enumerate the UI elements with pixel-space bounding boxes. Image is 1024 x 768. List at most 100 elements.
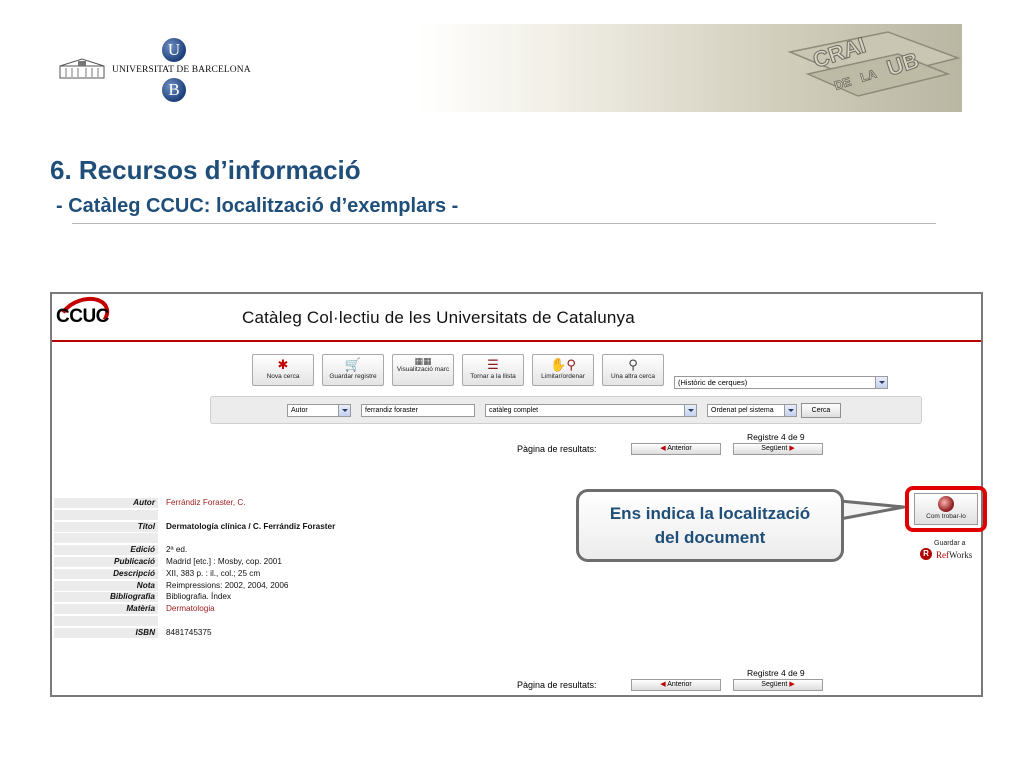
record-key: Bibliografia — [54, 592, 158, 603]
record-row-spacer — [54, 615, 574, 627]
record-value-publication: Madrid [etc.] : Mosby, cop. 2001 — [166, 556, 282, 566]
another-search-button[interactable]: ⚲ Una altra cerca — [602, 354, 664, 386]
record-key — [54, 533, 158, 544]
search-field-value: Autor — [291, 407, 308, 414]
record-row-note: Nota Reimpressions: 2002, 2004, 2006 — [54, 580, 574, 592]
cart-icon: 🛒 — [344, 357, 362, 372]
record-row-subject: Matèria Dermatologia — [54, 603, 574, 615]
crai-ub-banner: CRAI DE LA UB — [418, 24, 962, 112]
record-key: Edició — [54, 545, 158, 556]
save-record-label: Guardar registre — [329, 373, 377, 380]
catalog-header: CCUC Catàleg Col·lectiu de les Universit… — [52, 294, 981, 342]
record-value-note: Reimpressions: 2002, 2004, 2006 — [166, 580, 289, 590]
new-search-button[interactable]: ✱ Nova cerca — [252, 354, 314, 386]
record-row-isbn: ISBN 8481745375 — [54, 627, 574, 639]
refworks-save-label: Guardar a — [934, 540, 966, 547]
search-history-value: (Històric de cerques) — [678, 378, 748, 387]
record-row-description: Descripció XII, 383 p. : il., col.; 25 cm — [54, 568, 574, 580]
ccuc-logo-text: CCUC — [56, 306, 109, 327]
back-to-list-button[interactable]: ☰ Tornar a la llista — [462, 354, 524, 386]
back-to-list-label: Tornar a la llista — [470, 373, 516, 380]
refworks-icon: R — [920, 548, 932, 560]
refworks-brand: RefWorks — [936, 550, 972, 560]
previous-page-label: Anterior — [667, 445, 692, 452]
new-search-label: Nova cerca — [266, 373, 300, 380]
chevron-down-icon — [338, 405, 350, 416]
record-counter: Registre 4 de 9 — [747, 432, 805, 442]
record-row-title: Títol Dermatología clínica / C. Ferrándiz… — [54, 521, 574, 533]
another-search-label: Una altra cerca — [610, 373, 656, 380]
search-scope-select[interactable]: catàleg complet — [485, 404, 697, 417]
record-key: Matèria — [54, 604, 158, 615]
limit-sort-button[interactable]: ✋⚲ Limitar/ordenar — [532, 354, 594, 386]
title-divider — [72, 223, 936, 224]
slide-title: 6. Recursos d’informació — [50, 155, 361, 185]
results-pager-top: Registre 4 de 9 Pàgina de resultats: ◀ A… — [517, 432, 847, 458]
record-key: Publicació — [54, 556, 158, 567]
record-key: Nota — [54, 580, 158, 591]
record-details: Autor Ferrándiz Foraster, C. Títol Dermato… — [54, 497, 574, 639]
record-key: Títol — [54, 521, 158, 532]
refworks-brand-prefix: Ref — [936, 550, 949, 560]
logo-b-circle: B — [162, 78, 186, 102]
previous-page-label: Anterior — [667, 681, 692, 688]
ccuc-logo: CCUC — [53, 294, 115, 342]
results-pager-bottom: Registre 4 de 9 Pàgina de resultats: ◀ A… — [517, 668, 847, 694]
list-icon: ☰ — [487, 357, 499, 372]
arrow-right-icon: ▶ — [789, 681, 795, 688]
record-counter: Registre 4 de 9 — [747, 668, 805, 678]
catalog-title: Catàleg Col·lectiu de les Universitats d… — [242, 308, 635, 327]
search-scope-value: catàleg complet — [489, 407, 539, 414]
search-history-select[interactable]: (Històric de cerques) — [674, 376, 888, 389]
search-query-input[interactable]: ferrandiz foraster — [361, 404, 475, 417]
record-row-edition: Edició 2ª ed. — [54, 544, 574, 556]
search-bar: Autor ferrandiz foraster catàleg complet… — [210, 396, 922, 424]
previous-page-button[interactable]: ◀ Anterior — [631, 443, 721, 455]
chevron-down-icon — [684, 405, 696, 416]
record-row-publication: Publicació Madrid [etc.] : Mosby, cop. 20… — [54, 556, 574, 568]
previous-page-button[interactable]: ◀ Anterior — [631, 679, 721, 691]
record-value-bibliography: Bibliografia. Índex — [166, 592, 232, 602]
university-building-icon — [59, 58, 105, 79]
location-callout: Ens indica la localització del document — [576, 489, 844, 562]
record-key — [54, 615, 158, 626]
record-value-description: XII, 383 p. : il., col.; 25 cm — [166, 568, 261, 578]
sort-order-value: Ordenat pel sistema — [711, 407, 774, 414]
filter-icon: ✋⚲ — [550, 357, 576, 372]
record-value-title: Dermatología clínica / C. Ferrándiz Fora… — [166, 521, 336, 531]
arrow-left-icon: ◀ — [660, 681, 666, 688]
limit-sort-label: Limitar/ordenar — [541, 373, 585, 380]
record-row-author: Autor Ferrándiz Foraster, C. — [54, 497, 574, 509]
slide-subtitle: - Catàleg CCUC: localització d’exemplars… — [56, 195, 459, 217]
marc-view-button[interactable]: ▦▦ Visualització marc — [392, 354, 454, 386]
save-to-refworks-link[interactable]: R Guardar a RefWorks — [920, 540, 980, 564]
arrow-left-icon: ◀ — [660, 445, 666, 452]
logo-u-circle: U — [162, 38, 186, 62]
next-page-label: Següent — [761, 445, 788, 452]
record-value-author[interactable]: Ferrándiz Foraster, C. — [166, 498, 246, 508]
callout-pointer — [838, 499, 906, 521]
record-key — [54, 509, 158, 520]
callout-line-2: del document — [654, 528, 766, 547]
record-key: Descripció — [54, 568, 158, 579]
record-value-isbn: 8481745375 — [166, 627, 212, 637]
save-record-button[interactable]: 🛒 Guardar registre — [322, 354, 384, 386]
next-page-button[interactable]: Següent ▶ — [733, 443, 823, 455]
marc-view-label: Visualització marc — [396, 366, 450, 373]
record-value-subject[interactable]: Dermatologia — [166, 604, 215, 614]
results-page-label: Pàgina de resultats: — [517, 444, 597, 454]
record-key: Autor — [54, 498, 158, 508]
results-page-label: Pàgina de resultats: — [517, 680, 597, 690]
highlight-box — [905, 486, 987, 532]
arrow-right-icon: ▶ — [789, 445, 795, 452]
search-field-select[interactable]: Autor — [287, 404, 351, 417]
record-key: ISBN — [54, 627, 158, 638]
university-logo: U UNIVERSITAT DE BARCELONA B — [58, 38, 251, 102]
next-page-button[interactable]: Següent ▶ — [733, 679, 823, 691]
chevron-down-icon — [784, 405, 796, 416]
callout-line-1: Ens indica la localització — [609, 504, 811, 523]
search-submit-button[interactable]: Cerca — [801, 403, 841, 418]
sort-order-select[interactable]: Ordenat pel sistema — [707, 404, 797, 417]
university-name: UNIVERSITAT DE BARCELONA — [112, 65, 251, 75]
chevron-down-icon — [875, 377, 887, 388]
